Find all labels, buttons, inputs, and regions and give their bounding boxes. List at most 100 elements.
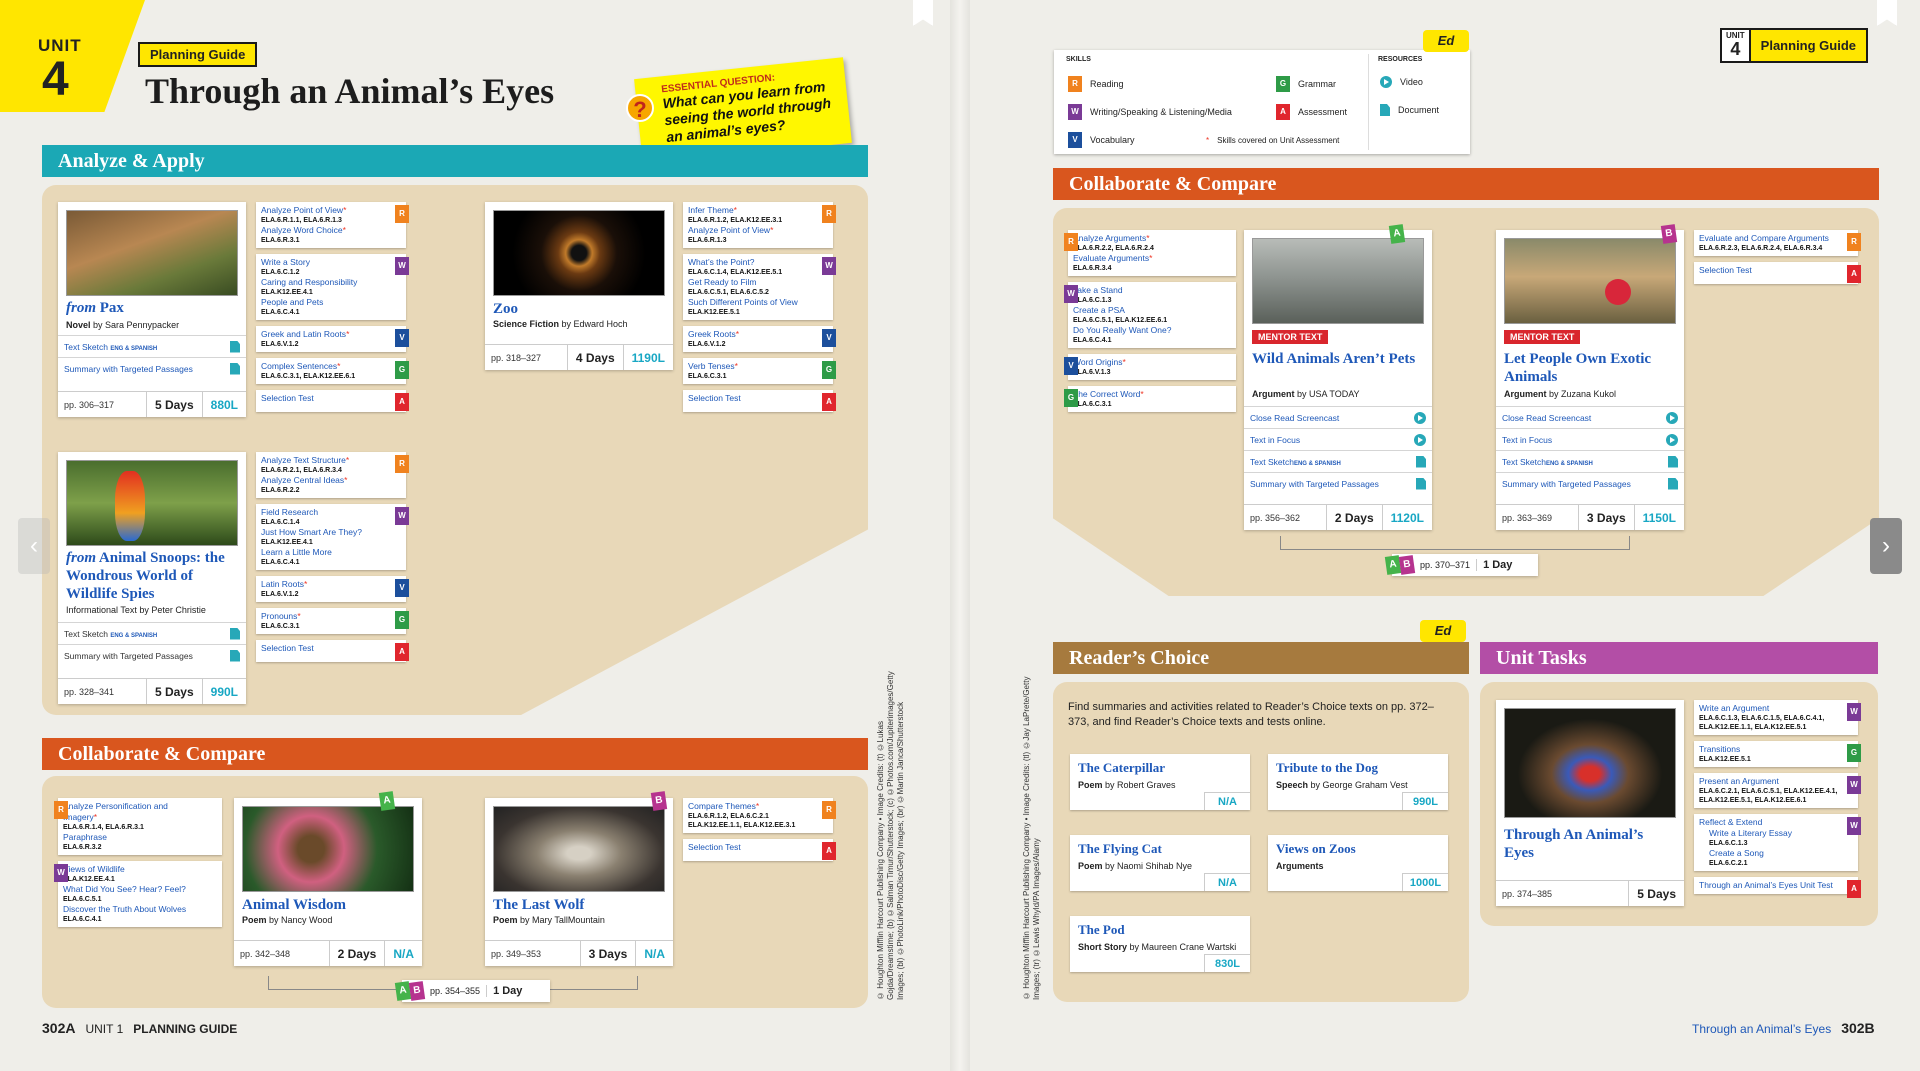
skill-item[interactable]: Through an Animal’s Eyes Unit Test A	[1694, 877, 1861, 898]
skill-item[interactable]: Analyze Text Structure* ELA.6.R.2.1, ELA.…	[256, 452, 409, 498]
days: 3 Days	[579, 941, 636, 966]
lexile: 880L	[201, 392, 246, 417]
skill-item[interactable]: What’s the Point? ELA.6.C.1.4, ELA.K12.EE…	[683, 254, 836, 320]
unit-task-skills: Write an Argument ELA.6.C.1.3, ELA.6.C.1.…	[1694, 700, 1861, 900]
screencast-link[interactable]: Close Read Screencast	[1244, 406, 1432, 428]
pages: pp. 349–353	[491, 948, 542, 959]
selection-card-animal-wisdom[interactable]: Animal Wisdom Poem by Nancy Wood pp. 342…	[234, 798, 422, 966]
zoo-title[interactable]: Zoo	[493, 300, 518, 318]
text-in-focus-link[interactable]: Text in Focus	[1244, 428, 1432, 450]
play-icon	[1414, 433, 1426, 446]
days: 5 Days	[145, 679, 202, 704]
unit-task-title[interactable]: Through An Animal’s Eyes	[1504, 826, 1674, 862]
selection-card-last-wolf[interactable]: The Last Wolf Poem by Mary TallMountain …	[485, 798, 673, 966]
screencast-link[interactable]: Close Read Screencast	[1496, 406, 1684, 428]
readers-choice-item[interactable]: The Caterpillar Poem by Robert Graves N/A	[1070, 754, 1250, 810]
footer-label: Through an Animal’s Eyes	[1692, 1022, 1832, 1036]
zoo-skills: Infer Theme* ELA.6.R.1.2, ELA.K12.EE.3.1 A…	[683, 202, 836, 418]
selection-card-wild-animals[interactable]: MENTOR TEXT Wild Animals Aren’t Pets Arg…	[1244, 230, 1432, 530]
b-badge: B	[1398, 555, 1416, 575]
skill-item[interactable]: Evaluate and Compare Arguments ELA.6.R.2.…	[1694, 230, 1861, 256]
summary-link[interactable]: Summary with Targeted Passages	[58, 644, 246, 666]
skill-item[interactable]: Present an Argument ELA.6.C.2.1, ELA.6.C.…	[1694, 773, 1861, 808]
compare-pages: pp. 354–355	[430, 986, 481, 996]
selection-card-exotic-animals[interactable]: MENTOR TEXT Let People Own Exotic Animal…	[1496, 230, 1684, 530]
text-sketch-link[interactable]: Text SketchENG & SPANISH	[1496, 450, 1684, 472]
skill-item[interactable]: Field Research ELA.6.C.1.4 Just How Smart …	[256, 504, 409, 570]
wild-animals-resources: Close Read Screencast Text in Focus Text…	[1244, 406, 1432, 494]
summary-link[interactable]: Summary with Targeted Passages	[1244, 472, 1432, 494]
legend-resources-label: RESOURCES	[1378, 56, 1423, 63]
skill-item[interactable]: Reflect & Extend Write a Literary Essay EL…	[1694, 814, 1861, 871]
exotic-animals-footer: pp. 363–369 3 Days 1150L	[1496, 504, 1684, 530]
unit-task-card[interactable]: Through An Animal’s Eyes pp. 374–385 5 D…	[1496, 700, 1684, 906]
skill-item[interactable]: Verb Tenses* ELA.6.C.3.1 G	[683, 358, 836, 384]
skill-item[interactable]: Analyze Point of View* ELA.6.R.1.1, ELA.6…	[256, 202, 409, 248]
unit-tasks-heading: Unit Tasks	[1480, 642, 1878, 674]
footer-label: PLANNING GUIDE	[133, 1022, 238, 1036]
compare-block-left[interactable]: AB pp. 354–355 1 Day	[394, 980, 550, 1002]
snoops-title[interactable]: from Animal Snoops: the Wondrous World o…	[66, 549, 241, 603]
pax-resources: Text Sketch ENG & SPANISH Summary with T…	[58, 335, 246, 379]
skill-item[interactable]: Write an Argument ELA.6.C.1.3, ELA.6.C.1.…	[1694, 700, 1861, 735]
text-in-focus-link[interactable]: Text in Focus	[1496, 428, 1684, 450]
skill-item[interactable]: Selection Test A	[683, 390, 836, 412]
readers-choice-item[interactable]: The Pod Short Story by Maureen Crane Wart…	[1070, 916, 1250, 972]
skill-item[interactable]: Word Origins* ELA.6.V.1.3 V	[1064, 354, 1236, 380]
skill-item[interactable]: Complex Sentences* ELA.6.C.3.1, ELA.K12.E…	[256, 358, 409, 384]
collaborate-compare-heading-right: Collaborate & Compare	[1053, 168, 1879, 200]
document-icon	[230, 627, 240, 640]
skill-item[interactable]: Analyze Personification and Imagery* ELA.…	[54, 798, 222, 855]
pax-skills: Analyze Point of View* ELA.6.R.1.1, ELA.6…	[256, 202, 409, 418]
selection-card-zoo[interactable]: Zoo Science Fiction by Edward Hoch pp. 3…	[485, 202, 673, 370]
skill-item[interactable]: Latin Roots* ELA.6.V.1.2 V	[256, 576, 409, 602]
road-image	[1252, 238, 1424, 324]
lion-image	[1504, 238, 1676, 324]
compare-days: 1 Day	[486, 985, 528, 997]
pages: pp. 328–341	[64, 686, 115, 697]
skill-item[interactable]: Transitions ELA.K12.EE.5.1 G	[1694, 741, 1861, 767]
pages: pp. 318–327	[491, 352, 542, 363]
summary-link[interactable]: Summary with Targeted Passages	[1496, 472, 1684, 494]
pax-title[interactable]: from Pax	[66, 299, 241, 317]
text-sketch-link[interactable]: Text SketchENG & SPANISH	[1244, 450, 1432, 472]
lexile: 1190L	[622, 345, 673, 370]
animal-wisdom-title[interactable]: Animal Wisdom	[242, 896, 346, 914]
skill-item[interactable]: Write a Story ELA.6.C.1.2 Caring and Respo…	[256, 254, 409, 320]
skill-item[interactable]: Infer Theme* ELA.6.R.1.2, ELA.K12.EE.3.1 A…	[683, 202, 836, 248]
skill-item[interactable]: The Correct Word* ELA.6.C.3.1 G	[1064, 386, 1236, 412]
prev-page-button[interactable]: ‹	[18, 518, 50, 574]
skill-item[interactable]: Selection Test A	[683, 839, 836, 861]
skill-item[interactable]: Selection Test A	[256, 390, 409, 412]
skill-item[interactable]: Selection Test A	[1694, 262, 1861, 284]
selection-card-pax[interactable]: from Pax Novel by Sara Pennypacker Text …	[58, 202, 246, 417]
exotic-animals-title[interactable]: Let People Own Exotic Animals	[1504, 350, 1679, 386]
skill-item[interactable]: Views of Wildlife ELA.K12.EE.4.1 What Did …	[54, 861, 222, 927]
wolf-image	[493, 806, 665, 892]
readers-choice-item[interactable]: Tribute to the Dog Speech by George Graha…	[1268, 754, 1448, 810]
text-sketch-link[interactable]: Text Sketch ENG & SPANISH	[58, 335, 246, 357]
readers-choice-item[interactable]: The Flying Cat Poem by Naomi Shihab Nye N/…	[1070, 835, 1250, 891]
page-number: 302A	[42, 1020, 76, 1036]
legend-skills-label: SKILLS	[1066, 56, 1091, 63]
readers-choice-item[interactable]: Views on Zoos Arguments 1000L	[1268, 835, 1448, 891]
text-sketch-link[interactable]: Text Sketch ENG & SPANISH	[58, 622, 246, 644]
skill-item[interactable]: Greek Roots* ELA.6.V.1.2 V	[683, 326, 836, 352]
skill-item[interactable]: Selection Test A	[256, 640, 409, 662]
skill-item[interactable]: Pronouns* ELA.6.C.3.1 G	[256, 608, 409, 634]
skill-item[interactable]: Compare Themes* ELA.6.R.1.2, ELA.6.C.2.1 E…	[683, 798, 836, 833]
lexile: N/A	[384, 941, 422, 966]
unit-box: UNIT 4	[1722, 30, 1751, 61]
selection-card-snoops[interactable]: from Animal Snoops: the Wondrous World o…	[58, 452, 246, 704]
lexile: 990L	[201, 679, 246, 704]
skill-item[interactable]: Greek and Latin Roots* ELA.6.V.1.2 V	[256, 326, 409, 352]
next-page-button[interactable]: ›	[1870, 518, 1902, 574]
summary-link[interactable]: Summary with Targeted Passages	[58, 357, 246, 379]
last-wolf-title[interactable]: The Last Wolf	[493, 896, 584, 914]
wild-animals-title[interactable]: Wild Animals Aren’t Pets	[1252, 350, 1427, 368]
legend-box: SKILLS RESOURCES R Reading W Writing/Speak…	[1054, 50, 1470, 154]
compare-block-right[interactable]: AB pp. 370–371 1 Day	[1384, 554, 1538, 576]
skill-item[interactable]: Analyze Arguments* ELA.6.R.2.2, ELA.6.R.2…	[1064, 230, 1236, 276]
skill-item[interactable]: Take a Stand ELA.6.C.1.3 Create a PSA ELA.6…	[1064, 282, 1236, 348]
pax-byline: Novel by Sara Pennypacker	[66, 320, 180, 330]
